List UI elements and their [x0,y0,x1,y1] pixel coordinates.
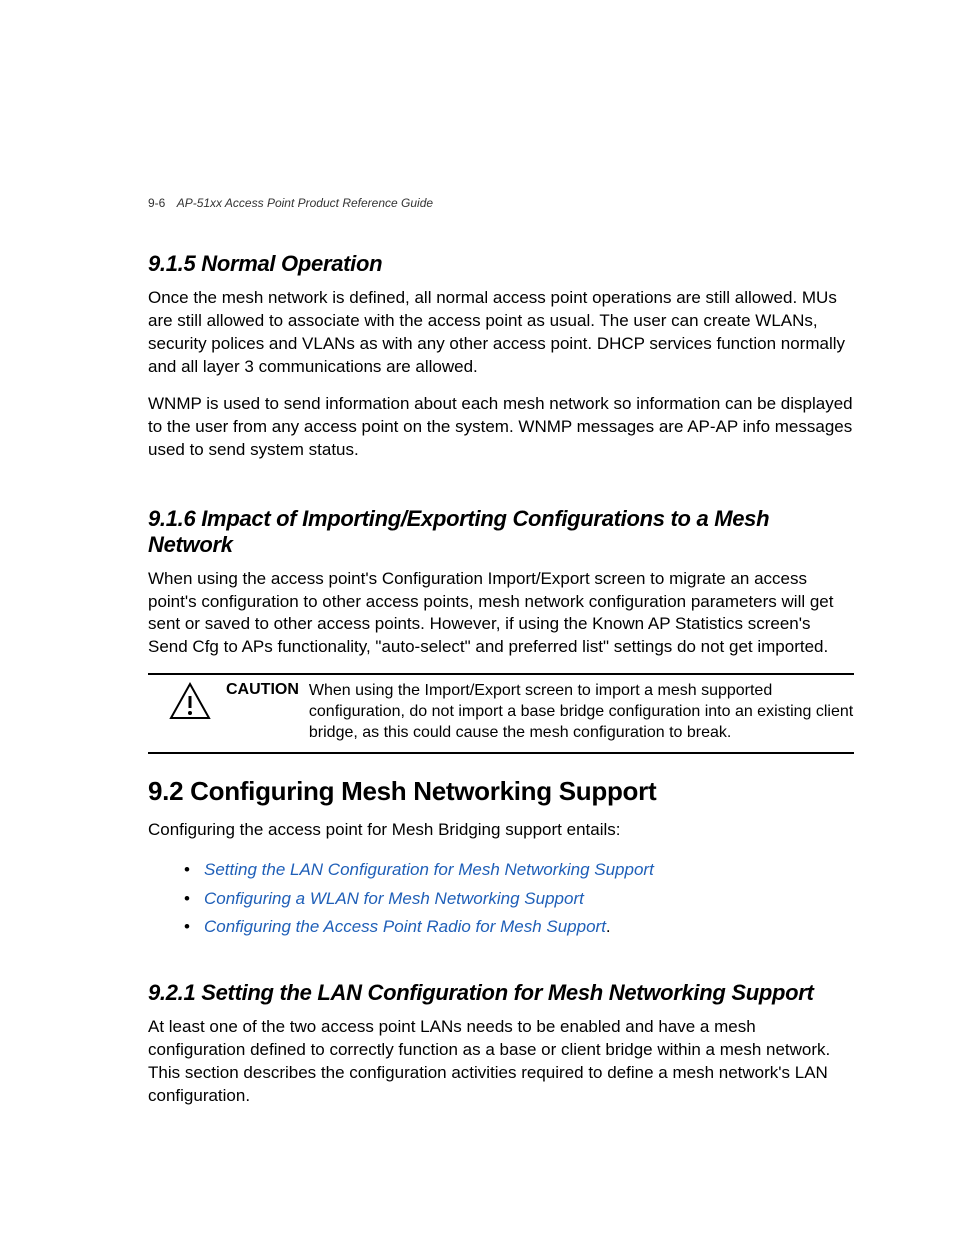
heading-921: 9.2.1 Setting the LAN Configuration for … [148,980,854,1006]
heading-916: 9.1.6 Impact of Importing/Exporting Conf… [148,506,854,558]
heading-92: 9.2 Configuring Mesh Networking Support [148,776,854,807]
heading-915: 9.1.5 Normal Operation [148,251,854,277]
caution-text: When using the Import/Export screen to i… [309,681,854,743]
list-item: Configuring a WLAN for Mesh Networking S… [204,885,854,914]
list-item: Setting the LAN Configuration for Mesh N… [204,856,854,885]
paragraph-915-2: WNMP is used to send information about e… [148,393,854,462]
link-radio-config[interactable]: Configuring the Access Point Radio for M… [204,917,606,936]
caution-triangle-icon [148,681,218,743]
paragraph-92-intro: Configuring the access point for Mesh Br… [148,819,854,842]
caution-label: CAUTION [226,681,299,743]
link-lan-config[interactable]: Setting the LAN Configuration for Mesh N… [204,860,654,879]
list-item: Configuring the Access Point Radio for M… [204,913,854,942]
paragraph-921-1: At least one of the two access point LAN… [148,1016,854,1108]
link-wlan-config[interactable]: Configuring a WLAN for Mesh Networking S… [204,889,584,908]
caution-box: CAUTION When using the Import/Export scr… [148,673,854,753]
guide-title: AP-51xx Access Point Product Reference G… [177,196,433,210]
page-number: 9-6 [148,196,165,210]
page-header: 9-6 AP-51xx Access Point Product Referen… [148,196,433,210]
page-content: 9.1.5 Normal Operation Once the mesh net… [148,251,854,1108]
caution-content: CAUTION When using the Import/Export scr… [218,681,854,743]
link-list: Setting the LAN Configuration for Mesh N… [204,856,854,943]
paragraph-915-1: Once the mesh network is defined, all no… [148,287,854,379]
paragraph-916-1: When using the access point's Configurat… [148,568,854,660]
